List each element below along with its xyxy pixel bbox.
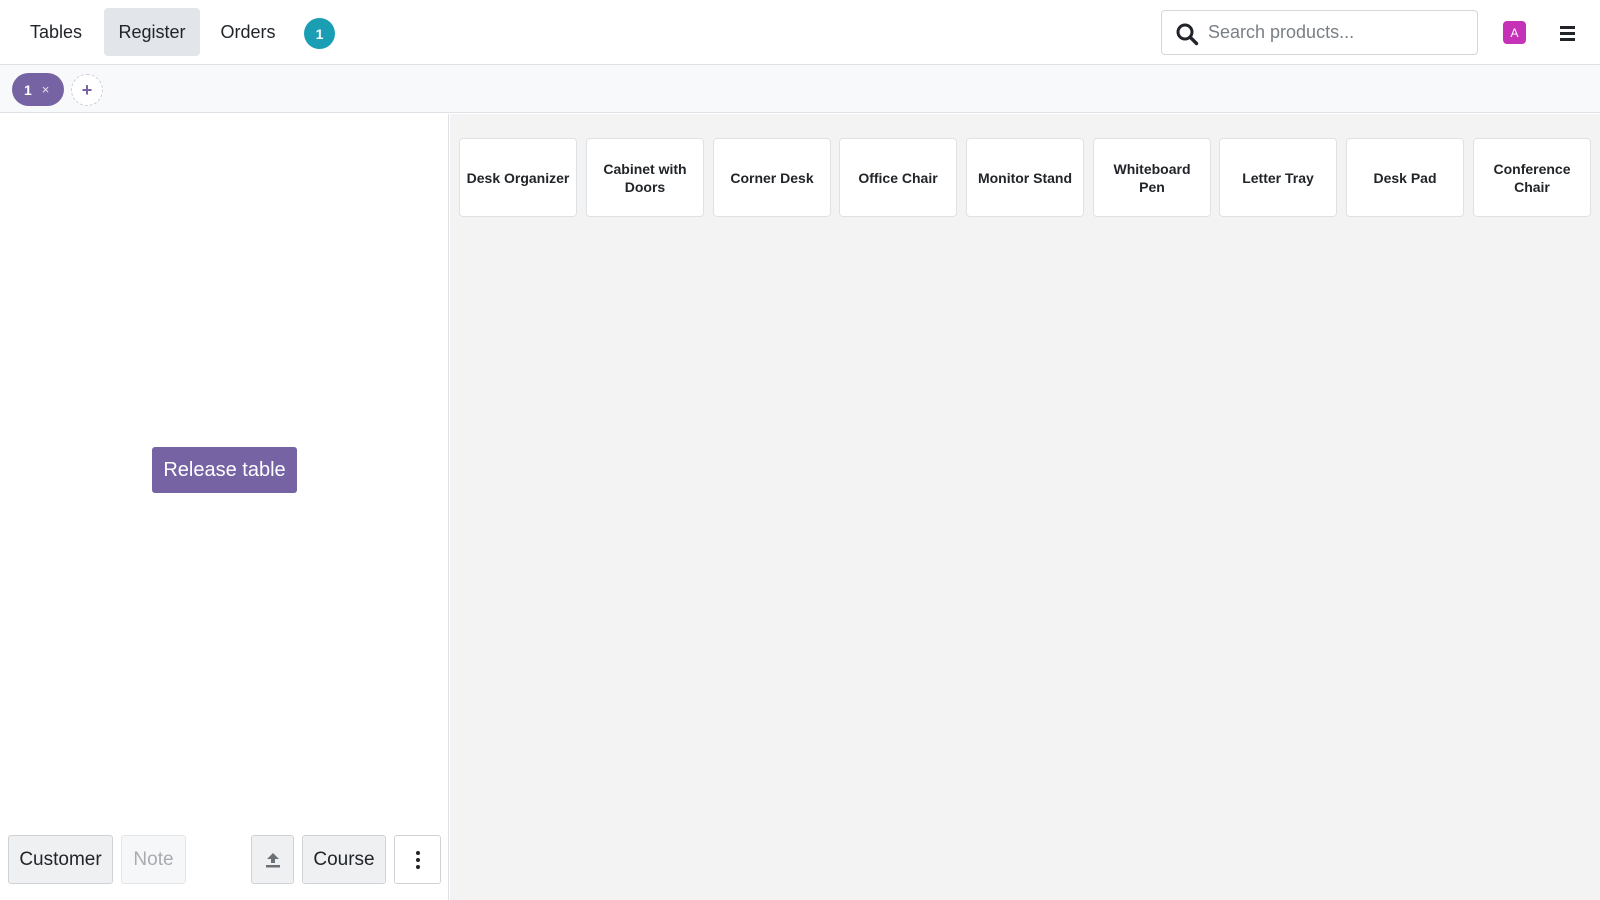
orders-count-badge[interactable]: 1	[304, 18, 335, 49]
upload-button[interactable]	[251, 835, 294, 884]
more-options-button[interactable]	[394, 835, 441, 884]
order-tab-number: 1	[24, 81, 32, 98]
course-button[interactable]: Course	[302, 835, 386, 884]
add-order-button[interactable]: +	[71, 74, 103, 106]
hamburger-menu-icon[interactable]	[1556, 22, 1578, 44]
product-card-cabinet-with-doors[interactable]: Cabinet with Doors	[586, 138, 704, 217]
product-card-whiteboard-pen[interactable]: Whiteboard Pen	[1093, 138, 1211, 217]
note-button[interactable]: Note	[121, 835, 186, 884]
product-card-corner-desk[interactable]: Corner Desk	[713, 138, 831, 217]
search-box	[1161, 10, 1478, 55]
product-card-conference-chair[interactable]: Conference Chair	[1473, 138, 1591, 217]
product-grid: Desk Organizer Cabinet with Doors Corner…	[450, 114, 1600, 900]
product-card-letter-tray[interactable]: Letter Tray	[1219, 138, 1337, 217]
release-table-button[interactable]: Release table	[152, 447, 297, 493]
search-input[interactable]	[1208, 12, 1474, 53]
customer-button[interactable]: Customer	[8, 835, 113, 884]
tab-tables[interactable]: Tables	[14, 8, 98, 56]
vertical-dots-icon	[415, 850, 420, 869]
top-navbar: Tables Register Orders 1 A	[0, 0, 1600, 65]
tab-orders[interactable]: Orders	[207, 8, 289, 56]
close-icon[interactable]: ×	[42, 82, 50, 97]
product-card-monitor-stand[interactable]: Monitor Stand	[966, 138, 1084, 217]
user-avatar[interactable]: A	[1503, 21, 1526, 44]
search-icon	[1176, 23, 1199, 46]
product-card-office-chair[interactable]: Office Chair	[839, 138, 957, 217]
tab-register[interactable]: Register	[104, 8, 200, 56]
order-tab[interactable]: 1 ×	[12, 73, 64, 106]
order-tabs-strip: 1 × +	[0, 65, 1600, 113]
order-panel: Release table Customer Note Course	[0, 114, 449, 900]
product-card-desk-pad[interactable]: Desk Pad	[1346, 138, 1464, 217]
upload-icon	[265, 852, 280, 867]
product-card-desk-organizer[interactable]: Desk Organizer	[459, 138, 577, 217]
